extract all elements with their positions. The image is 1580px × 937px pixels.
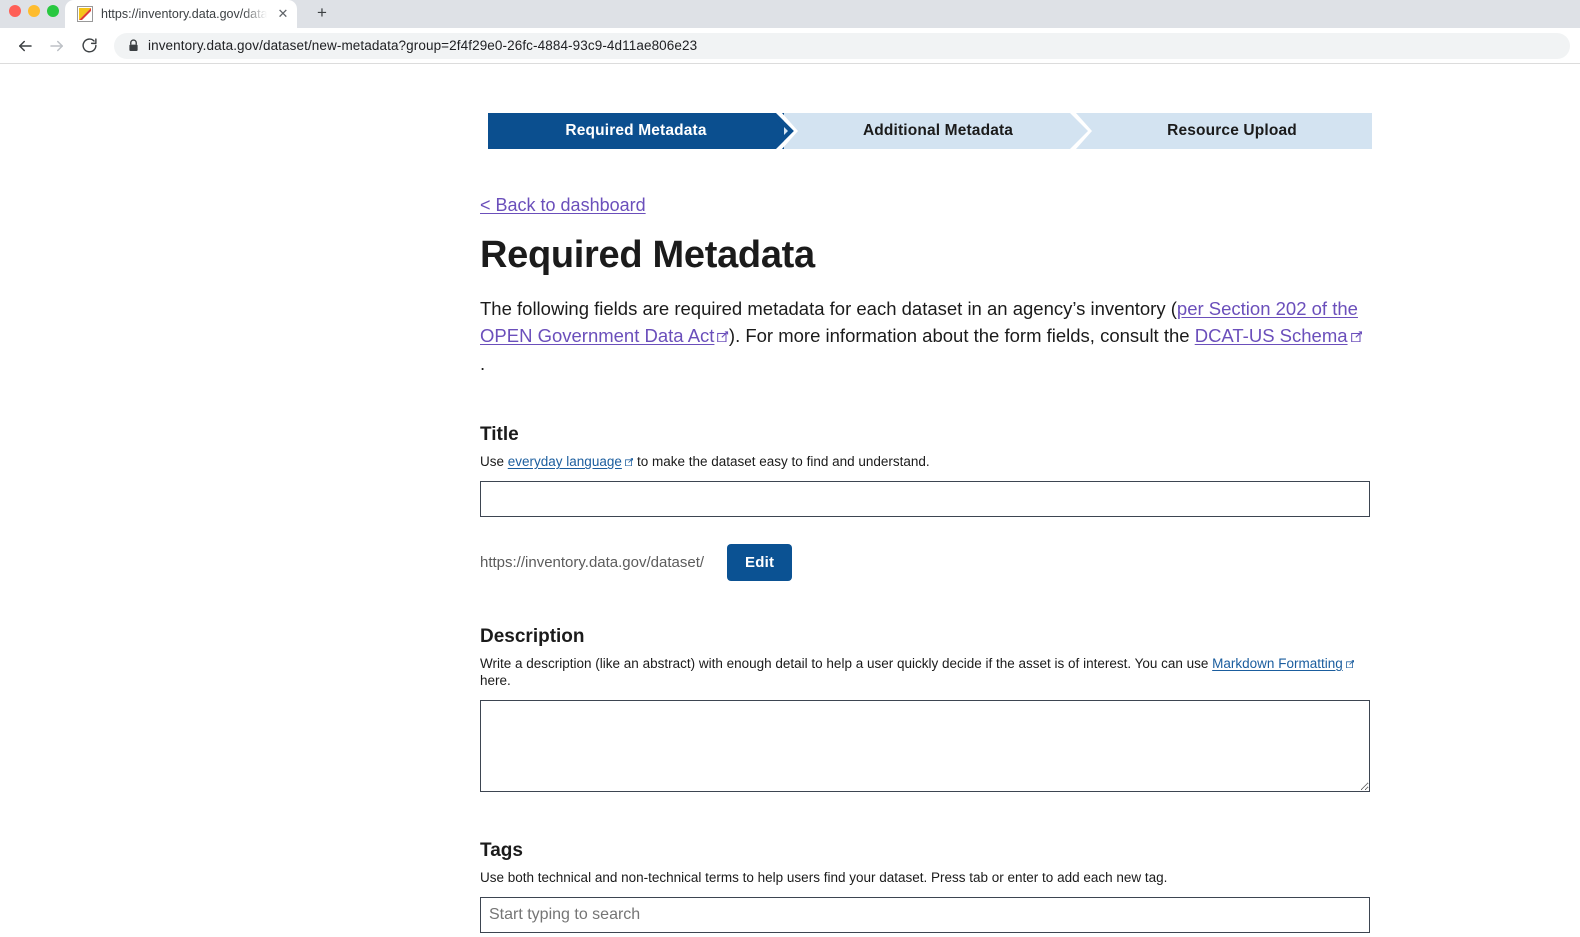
minimize-window-button[interactable] xyxy=(28,5,40,17)
back-to-dashboard-link[interactable]: < Back to dashboard xyxy=(480,195,646,216)
step-required-metadata-label: Required Metadata xyxy=(565,122,706,140)
padlock-icon xyxy=(128,39,139,52)
intro-text-part2: ). For more information about the form f… xyxy=(729,325,1195,346)
markdown-formatting-link-label: Markdown Formatting xyxy=(1212,656,1343,671)
maximize-window-button[interactable] xyxy=(47,5,59,17)
tags-field-group: Tags Use both technical and non-technica… xyxy=(480,840,1370,933)
step-additional-metadata-label: Additional Metadata xyxy=(863,122,1013,140)
page-body: Required Metadata Additional Metadata Re… xyxy=(0,64,1580,933)
dcat-us-schema-link[interactable]: DCAT-US Schema xyxy=(1195,325,1362,346)
address-bar[interactable]: inventory.data.gov/dataset/new-metadata?… xyxy=(114,33,1570,59)
dataset-url-row: https://inventory.data.gov/dataset/ Edit xyxy=(480,544,1370,581)
reload-icon[interactable] xyxy=(74,31,104,61)
external-link-icon xyxy=(1351,331,1362,342)
markdown-formatting-link[interactable]: Markdown Formatting xyxy=(1212,656,1354,671)
everyday-language-link[interactable]: everyday language xyxy=(508,454,633,469)
address-bar-url: inventory.data.gov/dataset/new-metadata?… xyxy=(148,38,697,53)
external-link-icon xyxy=(717,331,728,342)
step-required-metadata[interactable]: Required Metadata xyxy=(488,113,784,149)
new-tab-button[interactable]: + xyxy=(308,0,336,26)
description-field-label: Description xyxy=(480,626,1370,649)
description-textarea[interactable] xyxy=(480,700,1370,792)
title-hint-before: Use xyxy=(480,454,508,469)
tab-strip: https://inventory.data.gov/data ✕ + xyxy=(0,0,1580,28)
page-viewport: Required Metadata Additional Metadata Re… xyxy=(0,64,1580,937)
tags-field-hint: Use both technical and non-technical ter… xyxy=(480,869,1364,886)
step-additional-metadata[interactable]: Additional Metadata xyxy=(784,113,1078,149)
tags-input[interactable] xyxy=(480,897,1370,933)
step-resource-upload[interactable]: Resource Upload xyxy=(1078,113,1372,149)
window-traffic-lights xyxy=(9,5,59,17)
description-field-group: Description Write a description (like an… xyxy=(480,626,1370,792)
external-link-icon xyxy=(1346,660,1354,668)
description-field-hint: Write a description (like an abstract) w… xyxy=(480,655,1364,689)
dataset-url-preview: https://inventory.data.gov/dataset/ xyxy=(480,554,704,571)
browser-chrome: https://inventory.data.gov/data ✕ + xyxy=(0,0,1580,64)
title-input[interactable] xyxy=(480,481,1370,517)
tab-title: https://inventory.data.gov/data xyxy=(101,7,267,21)
title-field-hint: Use everyday language to make the datase… xyxy=(480,453,1364,470)
back-arrow-icon[interactable] xyxy=(10,31,40,61)
close-tab-icon[interactable]: ✕ xyxy=(275,6,291,22)
edit-url-button[interactable]: Edit xyxy=(727,544,792,581)
main-content: < Back to dashboard Required Metadata Th… xyxy=(480,149,1370,933)
close-window-button[interactable] xyxy=(9,5,21,17)
browser-toolbar: inventory.data.gov/dataset/new-metadata?… xyxy=(0,28,1580,64)
title-field-label: Title xyxy=(480,424,1370,447)
metadata-step-indicator: Required Metadata Additional Metadata Re… xyxy=(488,113,1372,149)
browser-tab[interactable]: https://inventory.data.gov/data ✕ xyxy=(65,0,297,28)
data-gov-triangle-icon xyxy=(77,6,93,22)
external-link-icon xyxy=(625,458,633,466)
dcat-us-schema-link-label: DCAT-US Schema xyxy=(1195,325,1348,346)
everyday-language-link-label: everyday language xyxy=(508,454,622,469)
title-field-group: Title Use everyday language to make the … xyxy=(480,424,1370,517)
description-hint-before: Write a description (like an abstract) w… xyxy=(480,656,1212,671)
intro-text-part1: The following fields are required metada… xyxy=(480,298,1177,319)
tags-field-label: Tags xyxy=(480,840,1370,863)
page-title: Required Metadata xyxy=(480,234,1370,278)
forward-arrow-icon[interactable] xyxy=(42,31,72,61)
description-hint-after: here. xyxy=(480,673,511,688)
title-hint-after: to make the dataset easy to find and und… xyxy=(633,454,929,469)
intro-paragraph: The following fields are required metada… xyxy=(480,295,1364,378)
intro-text-part3: . xyxy=(480,353,485,374)
step-resource-upload-label: Resource Upload xyxy=(1167,122,1297,140)
